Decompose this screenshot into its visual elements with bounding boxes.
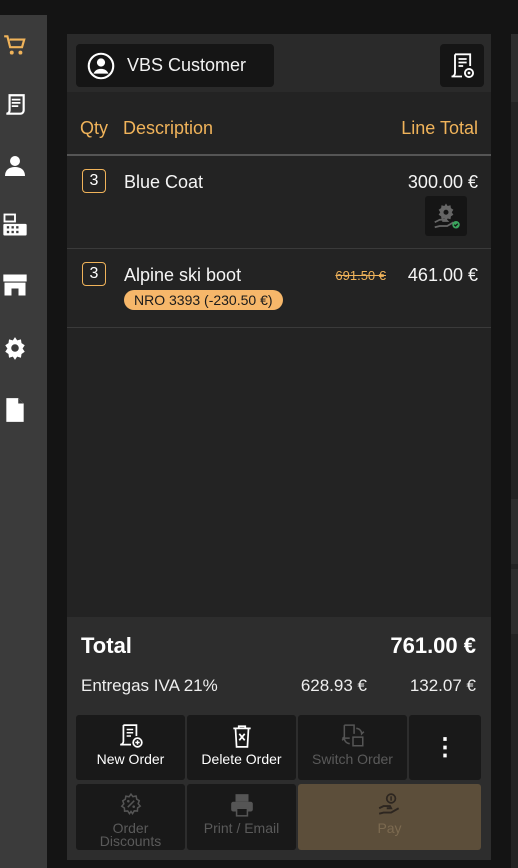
pay-hand-icon	[377, 792, 403, 818]
line-total: 461.00 €	[407, 265, 478, 285]
total-value: 761.00 €	[390, 633, 476, 658]
customer-button[interactable]: VBS Customer	[76, 44, 274, 87]
switch-order-button[interactable]: Switch Order	[298, 715, 407, 780]
print-email-button[interactable]: Print / Email	[187, 784, 296, 850]
document-icon[interactable]	[0, 395, 30, 425]
adjacent-panel-header	[511, 34, 518, 102]
description-column-header: Description	[123, 118, 214, 138]
discount-gear-icon	[118, 792, 144, 818]
switch-order-label: Switch Order	[312, 751, 393, 767]
line-total: 300.00 €	[407, 172, 478, 192]
tax-amount: 132.07 €	[409, 676, 476, 695]
adjacent-panel-edge	[511, 34, 518, 868]
discount-pill[interactable]: NRO 3393 (-230.50 €)	[124, 290, 283, 310]
new-order-button[interactable]: New Order	[76, 715, 185, 780]
adjacent-panel-block	[511, 499, 518, 564]
order-discounts-label: Order Discounts	[99, 820, 162, 849]
more-options-button[interactable]: ⋮	[409, 715, 481, 780]
print-email-label: Print / Email	[203, 820, 280, 836]
receipt-icon[interactable]	[0, 90, 30, 120]
qty-badge[interactable]: 3	[82, 169, 106, 193]
trash-icon	[229, 723, 255, 749]
cart-icon[interactable]	[0, 30, 30, 60]
qty-badge[interactable]: 3	[82, 262, 106, 286]
receipt-settings-icon	[448, 52, 476, 80]
total-label: Total	[81, 633, 132, 658]
pay-button[interactable]: Pay	[298, 784, 481, 850]
pay-label: Pay	[377, 820, 402, 836]
delete-order-button[interactable]: Delete Order	[187, 715, 296, 780]
user-circle-icon	[87, 52, 115, 80]
qty-column-header: Qty	[80, 118, 109, 138]
user-icon[interactable]	[0, 150, 30, 180]
cash-register-icon[interactable]	[0, 210, 30, 240]
switch-order-icon	[340, 723, 366, 749]
action-buttons: New Order Delete Order Switch Order ⋮ Or…	[67, 715, 491, 860]
kebab-icon: ⋮	[433, 733, 457, 761]
original-price: 691.50 €	[335, 268, 386, 283]
tax-label: Entregas IVA 21%	[81, 676, 218, 695]
tax-base: 628.93 €	[300, 676, 367, 695]
store-icon[interactable]	[0, 270, 30, 300]
line-divider	[67, 327, 491, 328]
service-gear-icon[interactable]	[425, 196, 467, 236]
line-description: Blue Coat	[124, 172, 204, 192]
customer-label: VBS Customer	[127, 55, 247, 75]
order-panel: VBS Customer Qty Description Line Total …	[67, 34, 491, 860]
order-discounts-button[interactable]: Order Discounts	[76, 784, 185, 850]
adjacent-panel-block	[511, 569, 518, 634]
order-summary: Total 761.00 € Entregas IVA 21% 628.93 €…	[67, 617, 491, 715]
new-order-label: New Order	[96, 751, 165, 767]
order-line[interactable]: 3 Blue Coat 300.00 €	[67, 156, 491, 248]
new-order-icon	[118, 723, 144, 749]
delete-order-label: Delete Order	[201, 751, 282, 767]
printer-icon	[229, 792, 255, 818]
receipt-settings-button[interactable]	[440, 44, 484, 87]
order-line[interactable]: 3 Alpine ski boot 691.50 € 461.00 € NRO …	[67, 249, 491, 327]
sidebar	[0, 15, 47, 868]
gear-icon[interactable]	[0, 333, 30, 363]
order-header: VBS Customer	[67, 34, 491, 92]
line-total-column-header: Line Total	[401, 118, 478, 138]
line-description: Alpine ski boot	[124, 265, 242, 285]
